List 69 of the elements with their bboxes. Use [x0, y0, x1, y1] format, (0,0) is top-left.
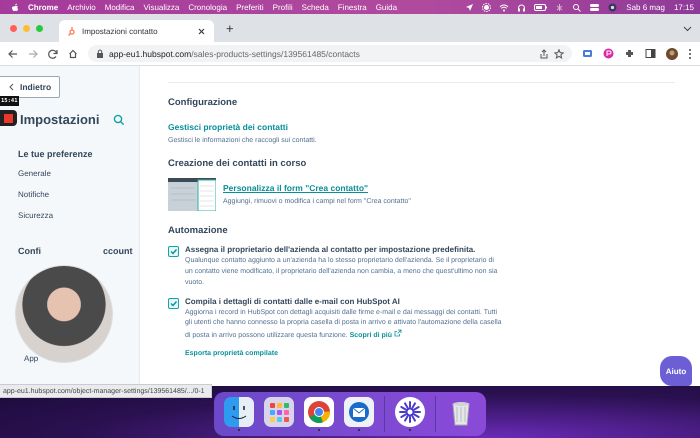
- external-link-icon: [394, 329, 402, 338]
- location-arrow-icon: [465, 2, 474, 12]
- launchpad-icon[interactable]: [264, 397, 294, 427]
- sidebar-item[interactable]: App: [24, 354, 38, 363]
- menu-item[interactable]: Modifica: [104, 2, 134, 12]
- menubar-date: Sab 6 mag: [626, 2, 665, 12]
- form-preview-thumbnail: [168, 178, 216, 211]
- section-heading: Configurazione: [168, 97, 238, 108]
- menu-item[interactable]: Cronologia: [188, 2, 228, 12]
- menu-item[interactable]: Archivio: [67, 2, 96, 12]
- browser-tab[interactable]: Impostazioni contatto: [59, 20, 214, 42]
- stop-recording-button[interactable]: [0, 110, 17, 126]
- sidebar-heading: ccount: [103, 246, 133, 256]
- bluetooth-icon: [555, 2, 564, 12]
- sidebar-item[interactable]: Generale: [18, 169, 51, 178]
- help-button[interactable]: Aiuto: [660, 356, 692, 386]
- side-panel-icon[interactable]: [645, 48, 656, 59]
- extension-icon[interactable]: [582, 48, 593, 59]
- finder-icon[interactable]: [224, 397, 254, 427]
- sunburst-app-icon[interactable]: [395, 397, 425, 427]
- checkmark-icon: [170, 248, 178, 255]
- sidebar-heading: Confi: [18, 246, 41, 256]
- more-menu-icon[interactable]: [688, 48, 692, 60]
- new-tab-button[interactable]: +: [220, 20, 240, 36]
- checkbox[interactable]: [168, 246, 179, 257]
- menubar-clock: 17:15: [674, 2, 694, 12]
- battery-icon: [534, 2, 548, 12]
- wifi-icon: [499, 2, 510, 12]
- checkbox[interactable]: [168, 298, 179, 309]
- menu-item[interactable]: Scheda: [302, 2, 329, 12]
- menu-item[interactable]: Chrome: [28, 2, 58, 12]
- menu-item[interactable]: Finestra: [338, 2, 367, 12]
- menu-item[interactable]: Profili: [272, 2, 293, 12]
- sidebar-title: Impostazioni: [20, 112, 100, 127]
- section-heading: Creazione dei contatti in corso: [168, 158, 308, 169]
- back-button[interactable]: Indietro: [0, 76, 60, 98]
- back-arrow-icon[interactable]: [8, 48, 18, 58]
- section-heading: Automazione: [168, 225, 229, 236]
- hubspot-favicon-icon: [67, 26, 76, 36]
- search-icon[interactable]: [113, 114, 124, 125]
- control-center-icon: [589, 2, 600, 12]
- mail-app-icon[interactable]: [344, 397, 374, 427]
- star-icon[interactable]: [554, 48, 564, 58]
- menu-item[interactable]: Preferiti: [236, 2, 264, 12]
- search-icon: [572, 2, 582, 12]
- chevron-left-icon: [9, 83, 14, 91]
- lock-icon: [96, 48, 104, 58]
- settings-link[interactable]: Gestisci proprietà dei contatti: [168, 122, 288, 132]
- headphones-icon: [517, 2, 526, 12]
- sidebar-item[interactable]: Notifiche: [18, 190, 50, 199]
- checkmark-icon: [170, 300, 178, 307]
- sidebar-item[interactable]: Sicurezza: [18, 211, 54, 220]
- reload-icon[interactable]: [48, 48, 58, 58]
- profile-avatar-icon[interactable]: [666, 48, 678, 60]
- siri-icon: [608, 2, 618, 12]
- address-bar[interactable]: app-eu1.hubspot.com/sales-products-settings/139561485/contacts: [88, 45, 572, 62]
- menu-item[interactable]: Guida: [376, 2, 398, 12]
- chevron-down-icon[interactable]: [683, 24, 692, 32]
- share-icon[interactable]: [539, 48, 549, 58]
- apple-icon: [10, 2, 19, 12]
- menu-item[interactable]: Visualizza: [143, 2, 180, 12]
- chrome-icon[interactable]: [304, 397, 334, 427]
- extension-icon[interactable]: [603, 48, 614, 59]
- settings-link[interactable]: Personalizza il form "Crea contatto": [223, 183, 368, 193]
- checkbox-label: Compila i dettagli di contatti dalle e-mail con HubSpot AI: [185, 296, 401, 306]
- sidebar-heading: Le tue preferenze: [18, 149, 93, 159]
- checkbox-label: Assegna il proprietario dell'azienda al contatto per impostazione predefinita.: [185, 245, 476, 254]
- home-icon[interactable]: [68, 48, 78, 58]
- close-tab-icon[interactable]: [197, 26, 206, 36]
